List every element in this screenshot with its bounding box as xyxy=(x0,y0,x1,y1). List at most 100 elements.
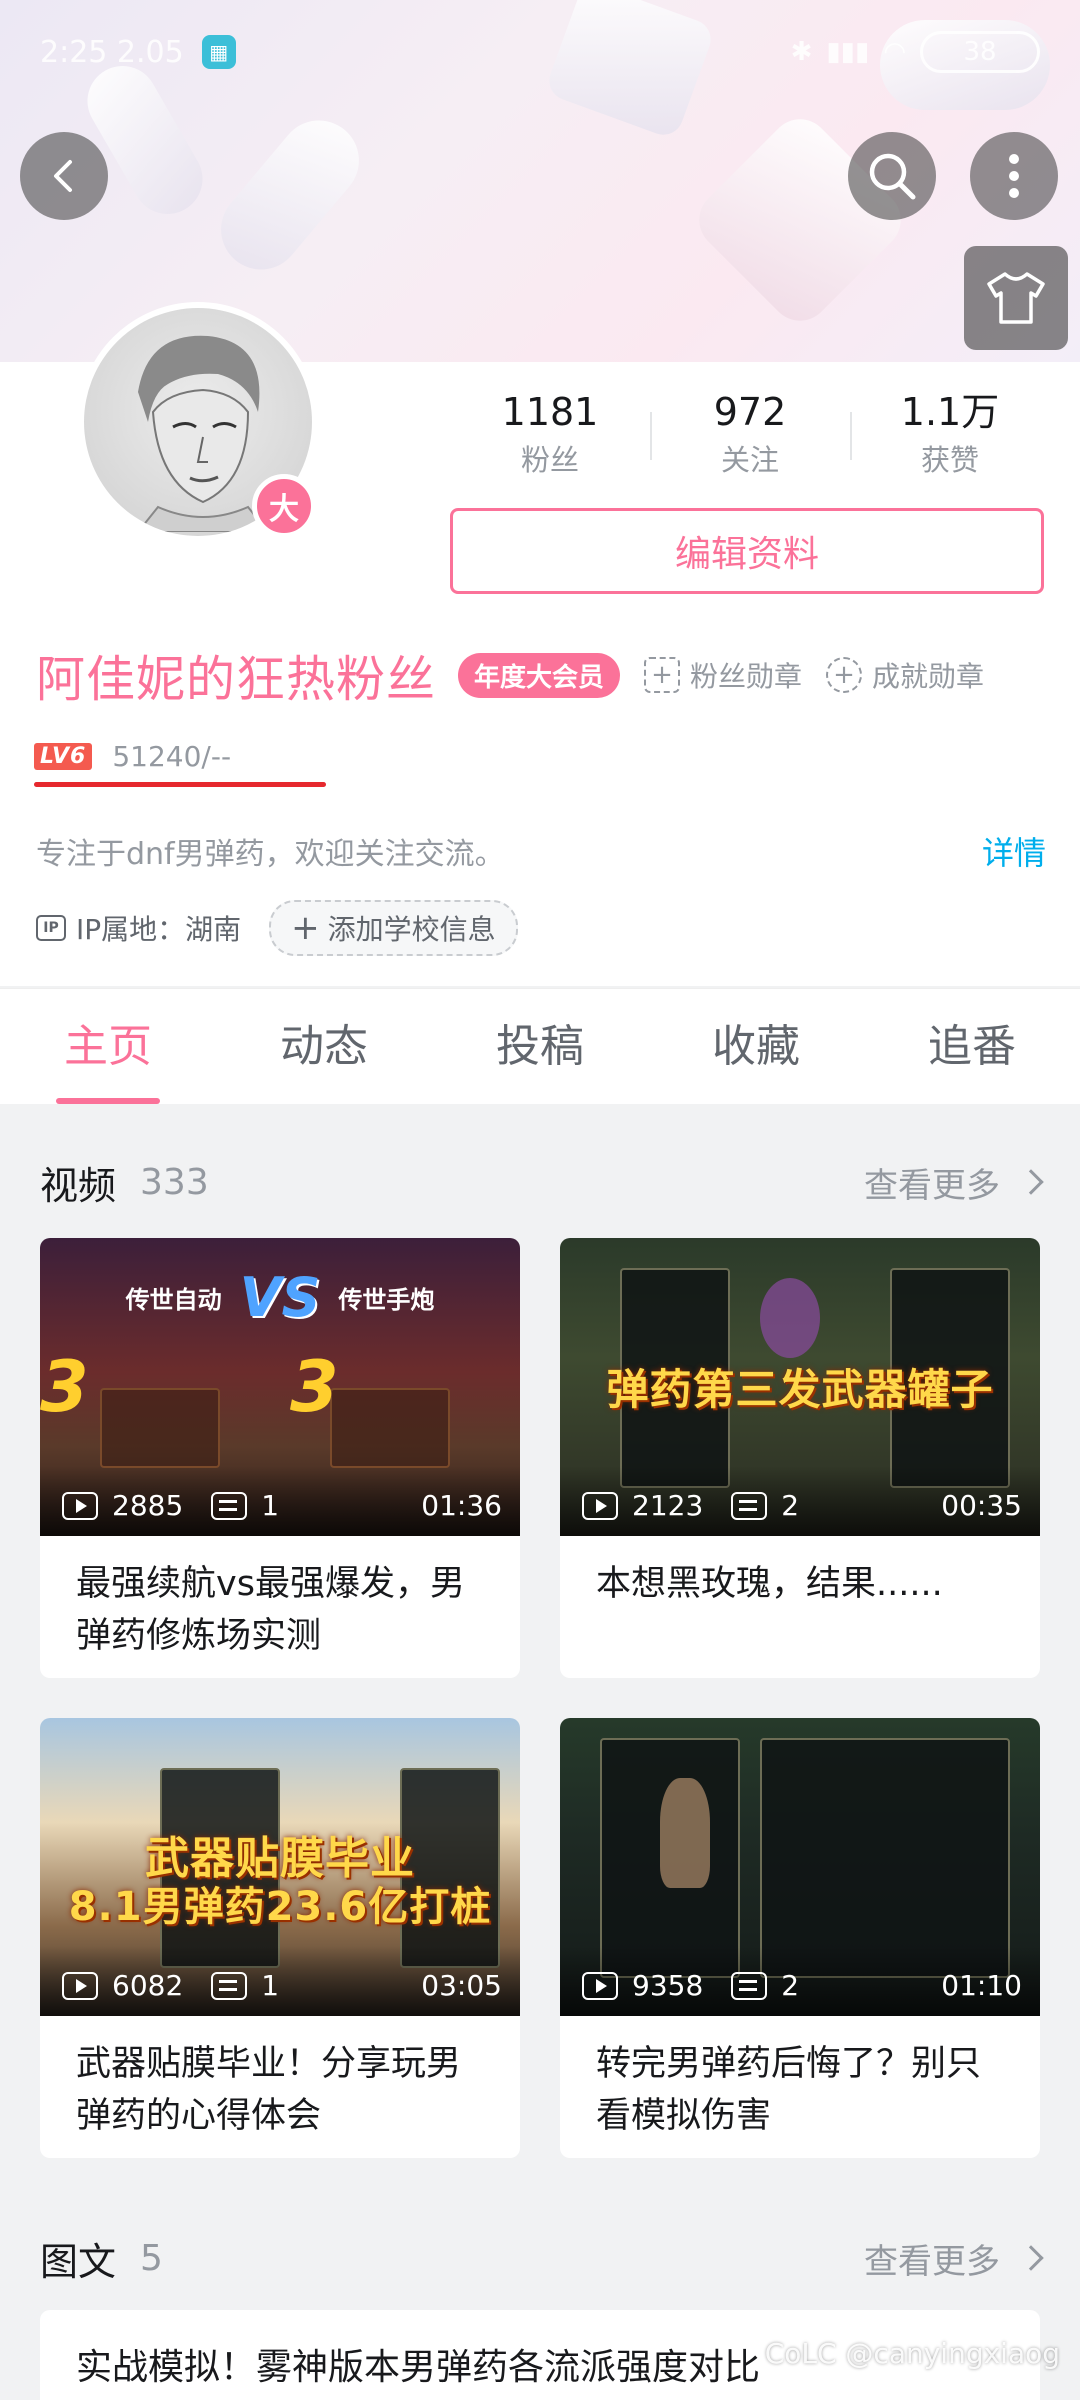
danmaku-icon xyxy=(211,1971,248,2000)
battery-icon: 38 xyxy=(920,31,1040,73)
play-count-icon xyxy=(62,1491,98,1520)
articles-section-header: 图文 5 查看更多 xyxy=(40,2228,1044,2288)
danmaku-icon xyxy=(211,1491,248,1520)
danmaku-count: 1 xyxy=(261,1489,280,1522)
more-label: 查看更多 xyxy=(864,1165,1000,1206)
more-label: 查看更多 xyxy=(864,2241,1000,2282)
profile-page: 2:25 2.05 ▦ ✱ ▮▮▮ ◠ 38 大 1181 粉丝 972 关注 … xyxy=(0,0,1080,2400)
wifi-icon: ◠ xyxy=(883,37,906,67)
tab-favorites[interactable]: 收藏 xyxy=(648,989,864,1104)
articles-more-link[interactable]: 查看更多 xyxy=(864,2234,1044,2283)
section-count: 333 xyxy=(140,1161,209,1203)
achievement-medal-button[interactable]: + 成就勋章 xyxy=(826,655,984,695)
thumbnail-caption-line2: 8.1男弹药23.6亿打桩 xyxy=(68,1884,492,1930)
video-card[interactable]: 传世自动 VS 传世手炮 3 3 2885 1 01:36 最强续航vs最强爆发… xyxy=(40,1238,520,1678)
stat-number: 972 xyxy=(713,390,787,434)
danmaku-count: 1 xyxy=(261,1969,280,2002)
stat-number: 1.1万 xyxy=(900,390,1000,434)
duration: 01:36 xyxy=(421,1489,502,1522)
status-bar: 2:25 2.05 ▦ ✱ ▮▮▮ ◠ 38 xyxy=(0,0,1080,104)
ip-location: IP属地：湖南 xyxy=(76,913,242,946)
caption-vs: VS xyxy=(239,1266,321,1329)
signature-row: 专注于dnf男弹药，欢迎关注交流。 详情 xyxy=(36,828,1046,874)
video-thumbnail[interactable]: 武器贴膜毕业 8.1男弹药23.6亿打桩 6082 1 03:05 xyxy=(40,1718,520,2016)
play-count: 9358 xyxy=(632,1969,704,2002)
exp-progress-bar xyxy=(34,782,326,787)
achievement-medal-label: 成就勋章 xyxy=(872,660,985,693)
play-count-icon xyxy=(582,1971,618,2000)
dress-up-button[interactable] xyxy=(964,246,1068,350)
ip-icon: IP xyxy=(36,915,66,941)
videos-section-header: 视频 333 查看更多 xyxy=(40,1152,1044,1212)
thumbnail-caption: 弹药第三发武器罐子 xyxy=(606,1365,994,1414)
app-notification-icon: ▦ xyxy=(201,35,236,69)
video-card[interactable]: 弹药第三发武器罐子 2123 2 00:35 本想黑玫瑰，结果...... xyxy=(560,1238,1040,1678)
play-count: 2123 xyxy=(632,1489,704,1522)
exp-value: 51240/-- xyxy=(112,740,232,773)
duration: 03:05 xyxy=(421,1969,502,2002)
video-meta: 6082 1 03:05 xyxy=(62,1969,502,2002)
play-count: 2885 xyxy=(112,1489,184,1522)
video-grid: 传世自动 VS 传世手炮 3 3 2885 1 01:36 最强续航vs最强爆发… xyxy=(40,1238,1040,2158)
caption-right: 传世手炮 xyxy=(338,1286,435,1314)
watermark: CoLC @canyingxiaog xyxy=(764,2337,1060,2370)
tab-dynamics[interactable]: 动态 xyxy=(216,989,432,1104)
back-button[interactable] xyxy=(20,132,108,220)
detail-link[interactable]: 详情 xyxy=(982,828,1046,874)
level-row[interactable]: LV6 51240/-- xyxy=(34,740,231,773)
play-count-icon xyxy=(62,1971,98,2000)
video-title[interactable]: 本想黑玫瑰，结果...... xyxy=(560,1536,1040,1678)
user-name: 阿佳妮的狂热粉丝 xyxy=(36,650,437,708)
battery-level: 38 xyxy=(963,37,997,67)
stat-fans[interactable]: 1181 粉丝 xyxy=(450,384,650,480)
section-title: 图文 xyxy=(40,2239,117,2284)
vip-badge[interactable]: 年度大会员 xyxy=(458,652,621,698)
video-thumbnail[interactable]: 弹药第三发武器罐子 2123 2 00:35 xyxy=(560,1238,1040,1536)
stat-label: 关注 xyxy=(720,443,779,477)
video-card[interactable]: 武器贴膜毕业 8.1男弹药23.6亿打桩 6082 1 03:05 武器贴膜毕业… xyxy=(40,1718,520,2158)
status-time: 2:25 2.05 xyxy=(40,34,184,70)
name-row: 阿佳妮的狂热粉丝 年度大会员 + 粉丝勋章 + 成就勋章 xyxy=(36,640,984,710)
more-vertical-icon xyxy=(1009,154,1019,198)
video-title[interactable]: 最强续航vs最强爆发，男弹药修炼场实测 xyxy=(40,1536,520,1678)
tab-home[interactable]: 主页 xyxy=(0,989,216,1104)
plus-icon: + xyxy=(291,908,320,948)
video-title[interactable]: 武器贴膜毕业！分享玩男弹药的心得体会 xyxy=(40,2016,520,2158)
edit-profile-button[interactable]: 编辑资料 xyxy=(450,508,1044,594)
video-meta: 9358 2 01:10 xyxy=(582,1969,1022,2002)
back-arrow-icon xyxy=(54,160,72,192)
more-button[interactable] xyxy=(970,132,1058,220)
danmaku-count: 2 xyxy=(781,1489,800,1522)
section-count: 5 xyxy=(140,2237,163,2279)
add-school-label: 添加学校信息 xyxy=(327,913,496,946)
video-thumbnail[interactable]: 9358 2 01:10 xyxy=(560,1718,1040,2016)
fans-medal-button[interactable]: + 粉丝勋章 xyxy=(644,655,802,695)
video-thumbnail[interactable]: 传世自动 VS 传世手炮 3 3 2885 1 01:36 xyxy=(40,1238,520,1536)
danmaku-icon xyxy=(731,1971,768,2000)
bluetooth-icon: ✱ xyxy=(790,37,813,67)
stat-following[interactable]: 972 关注 xyxy=(650,384,850,480)
level-badge: LV6 xyxy=(34,743,93,770)
user-stats: 1181 粉丝 972 关注 1.1万 获赞 xyxy=(450,384,1050,480)
signal-icon: ▮▮▮ xyxy=(826,37,870,67)
stat-label: 粉丝 xyxy=(520,443,579,477)
stat-likes[interactable]: 1.1万 获赞 xyxy=(850,384,1050,480)
caption-left: 传世自动 xyxy=(125,1286,222,1314)
video-title[interactable]: 转完男弹药后悔了？别只看模拟伤害 xyxy=(560,2016,1040,2158)
stat-label: 获赞 xyxy=(920,443,979,477)
add-school-button[interactable]: + 添加学校信息 xyxy=(269,900,518,956)
video-card[interactable]: 9358 2 01:10 转完男弹药后悔了？别只看模拟伤害 xyxy=(560,1718,1040,2158)
danmaku-count: 2 xyxy=(781,1969,800,2002)
ip-row: IP IP属地：湖南 + 添加学校信息 xyxy=(36,900,518,956)
tab-bangumi[interactable]: 追番 xyxy=(864,989,1080,1104)
tab-uploads[interactable]: 投稿 xyxy=(432,989,648,1104)
danmaku-icon xyxy=(731,1491,768,1520)
chevron-right-icon xyxy=(1018,1169,1044,1195)
fans-medal-label: 粉丝勋章 xyxy=(690,660,803,693)
search-icon xyxy=(869,153,916,200)
thumbnail-caption: 传世自动 VS 传世手炮 xyxy=(40,1266,520,1329)
play-count-icon xyxy=(582,1491,618,1520)
duration: 01:10 xyxy=(941,1969,1022,2002)
search-button[interactable] xyxy=(848,132,936,220)
videos-more-link[interactable]: 查看更多 xyxy=(864,1158,1044,1207)
